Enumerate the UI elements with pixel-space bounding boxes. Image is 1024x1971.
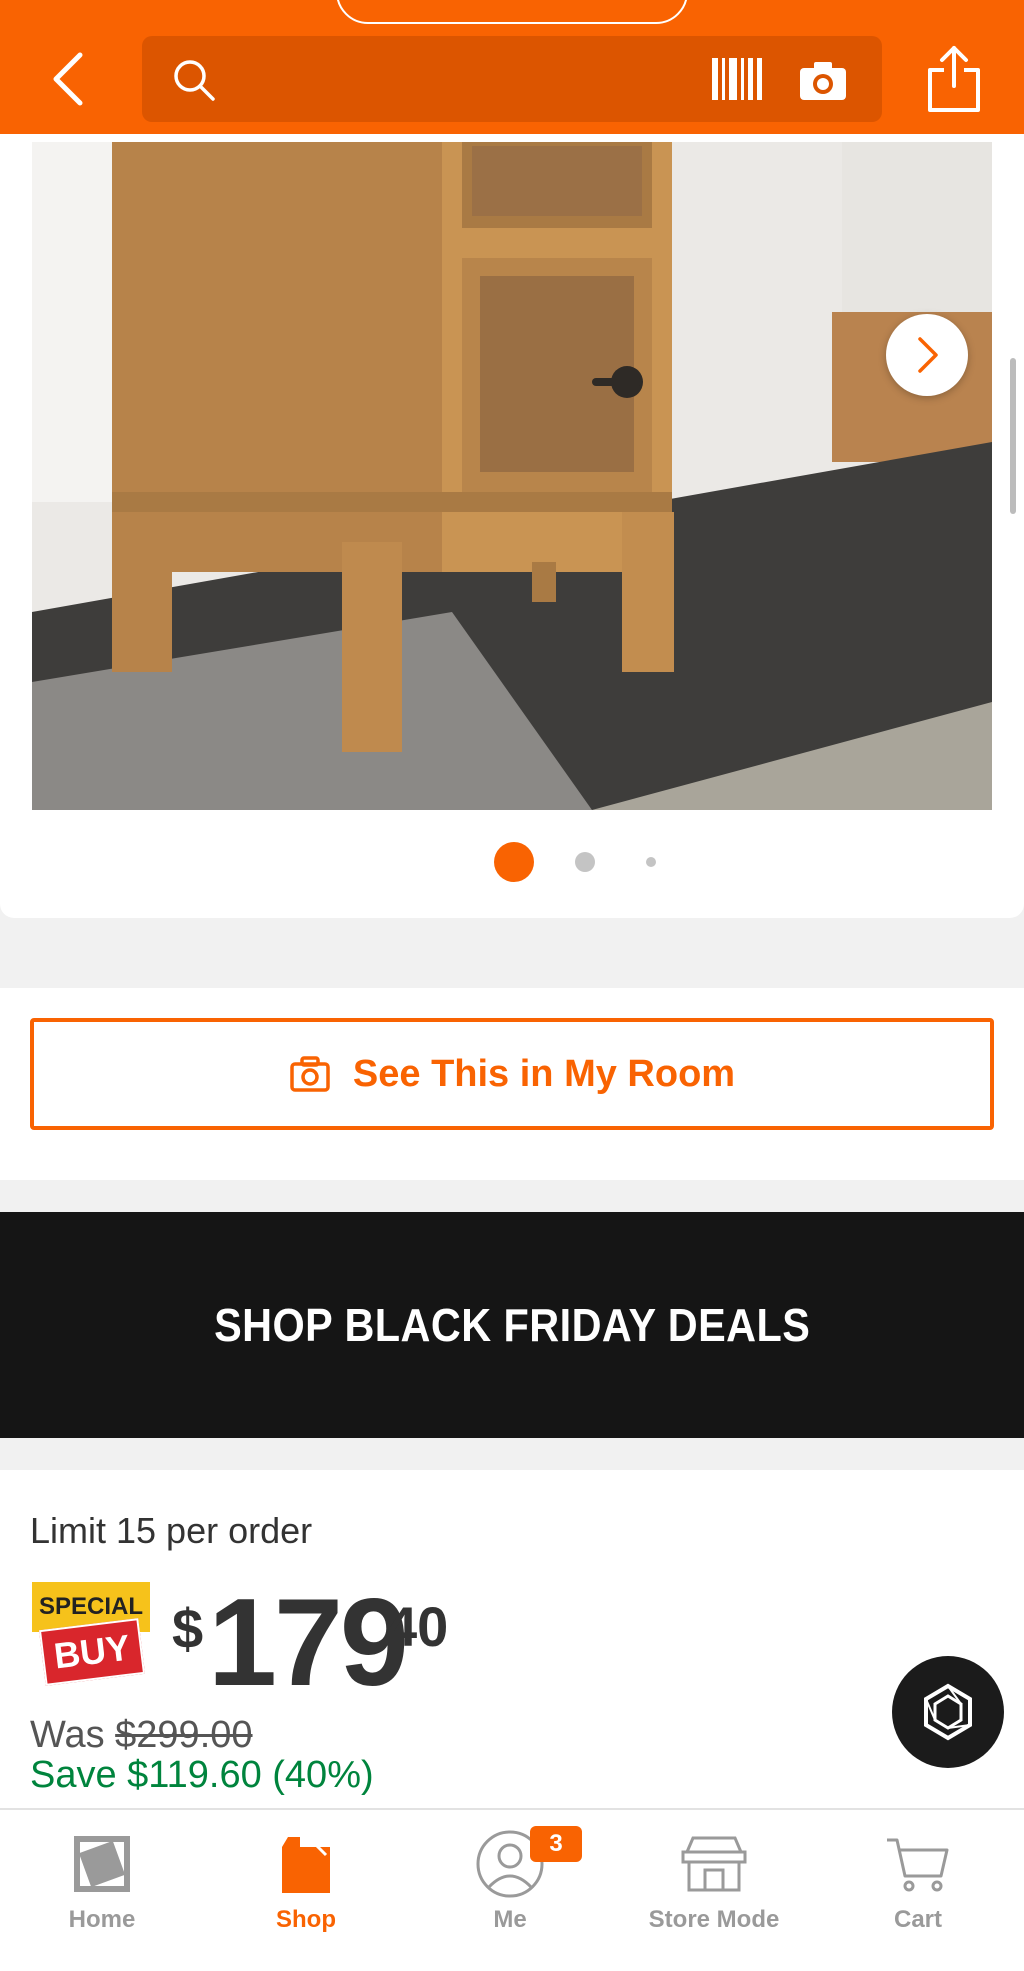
nav-home-label: Home <box>68 1906 136 1933</box>
pagination-dot[interactable] <box>575 852 595 872</box>
black-friday-label: SHOP BLACK FRIDAY DEALS <box>213 1299 811 1351</box>
cart-icon <box>882 1828 954 1900</box>
chat-assistant-button[interactable] <box>892 1656 1004 1768</box>
nav-cart[interactable]: Cart <box>816 1810 1020 1960</box>
app-header <box>0 0 1024 134</box>
was-prefix: Was <box>30 1714 116 1756</box>
next-image-button[interactable] <box>886 314 968 396</box>
special-buy-badge: SPECIAL BUY <box>32 1582 152 1692</box>
search-icon <box>174 60 215 101</box>
nav-store-mode-label: Store Mode <box>648 1906 780 1933</box>
ar-section: See This in My Room <box>0 988 1024 1180</box>
store-icon <box>678 1828 750 1900</box>
nav-store-mode[interactable]: Store Mode <box>612 1810 816 1960</box>
top-pill <box>336 0 688 24</box>
price-cents: 40 <box>386 1595 449 1658</box>
see-in-my-room-button[interactable]: See This in My Room <box>30 1018 994 1130</box>
badge-buy: BUY <box>38 1618 146 1686</box>
nav-me-label: Me <box>493 1906 527 1933</box>
scrollbar[interactable] <box>1010 358 1016 514</box>
order-limit-text: Limit 15 per order <box>30 1510 313 1551</box>
price-currency: $ <box>172 1597 204 1660</box>
search-input[interactable] <box>232 56 712 102</box>
product-image[interactable] <box>32 142 992 810</box>
notification-badge: 3 <box>530 1826 582 1862</box>
search-bar[interactable] <box>142 36 882 122</box>
price-dollars: 179 <box>208 1574 409 1712</box>
pagination-dot-active[interactable] <box>494 842 534 882</box>
product-gallery <box>0 134 1024 918</box>
gallery-pagination <box>0 840 1024 884</box>
share-icon[interactable] <box>924 44 984 114</box>
pricing-section: Limit 15 per order SPECIAL BUY $ 179 40 … <box>0 1470 1024 1810</box>
nav-cart-label: Cart <box>893 1906 942 1933</box>
barcode-icon[interactable] <box>710 56 764 102</box>
chevron-left-icon <box>53 52 83 106</box>
product-page: See This in My Room SHOP BLACK FRIDAY DE… <box>0 0 1024 1971</box>
back-button[interactable] <box>40 48 96 110</box>
nightstand-illustration <box>32 142 992 810</box>
was-price-line: Was $299.00 <box>30 1714 253 1757</box>
camera-icon <box>290 1056 330 1092</box>
pagination-dot[interactable] <box>646 857 656 867</box>
camera-icon[interactable] <box>798 58 848 102</box>
see-in-my-room-label: See This in My Room <box>352 1052 736 1095</box>
nav-home[interactable]: Home <box>0 1810 204 1960</box>
bottom-navigation: Home Shop Me 3 Store Mode Cart <box>0 1808 1024 1971</box>
savings-text: Save $119.60 (40%) <box>30 1754 374 1796</box>
chat-assistant-icon <box>924 1683 972 1741</box>
was-price: $299.00 <box>115 1714 253 1756</box>
home-depot-logo-icon <box>66 1828 138 1900</box>
nav-shop-label: Shop <box>276 1906 336 1933</box>
nav-shop[interactable]: Shop <box>204 1810 408 1960</box>
shop-icon <box>270 1828 342 1900</box>
chevron-right-icon <box>918 337 938 373</box>
black-friday-banner[interactable]: SHOP BLACK FRIDAY DEALS <box>0 1212 1024 1438</box>
